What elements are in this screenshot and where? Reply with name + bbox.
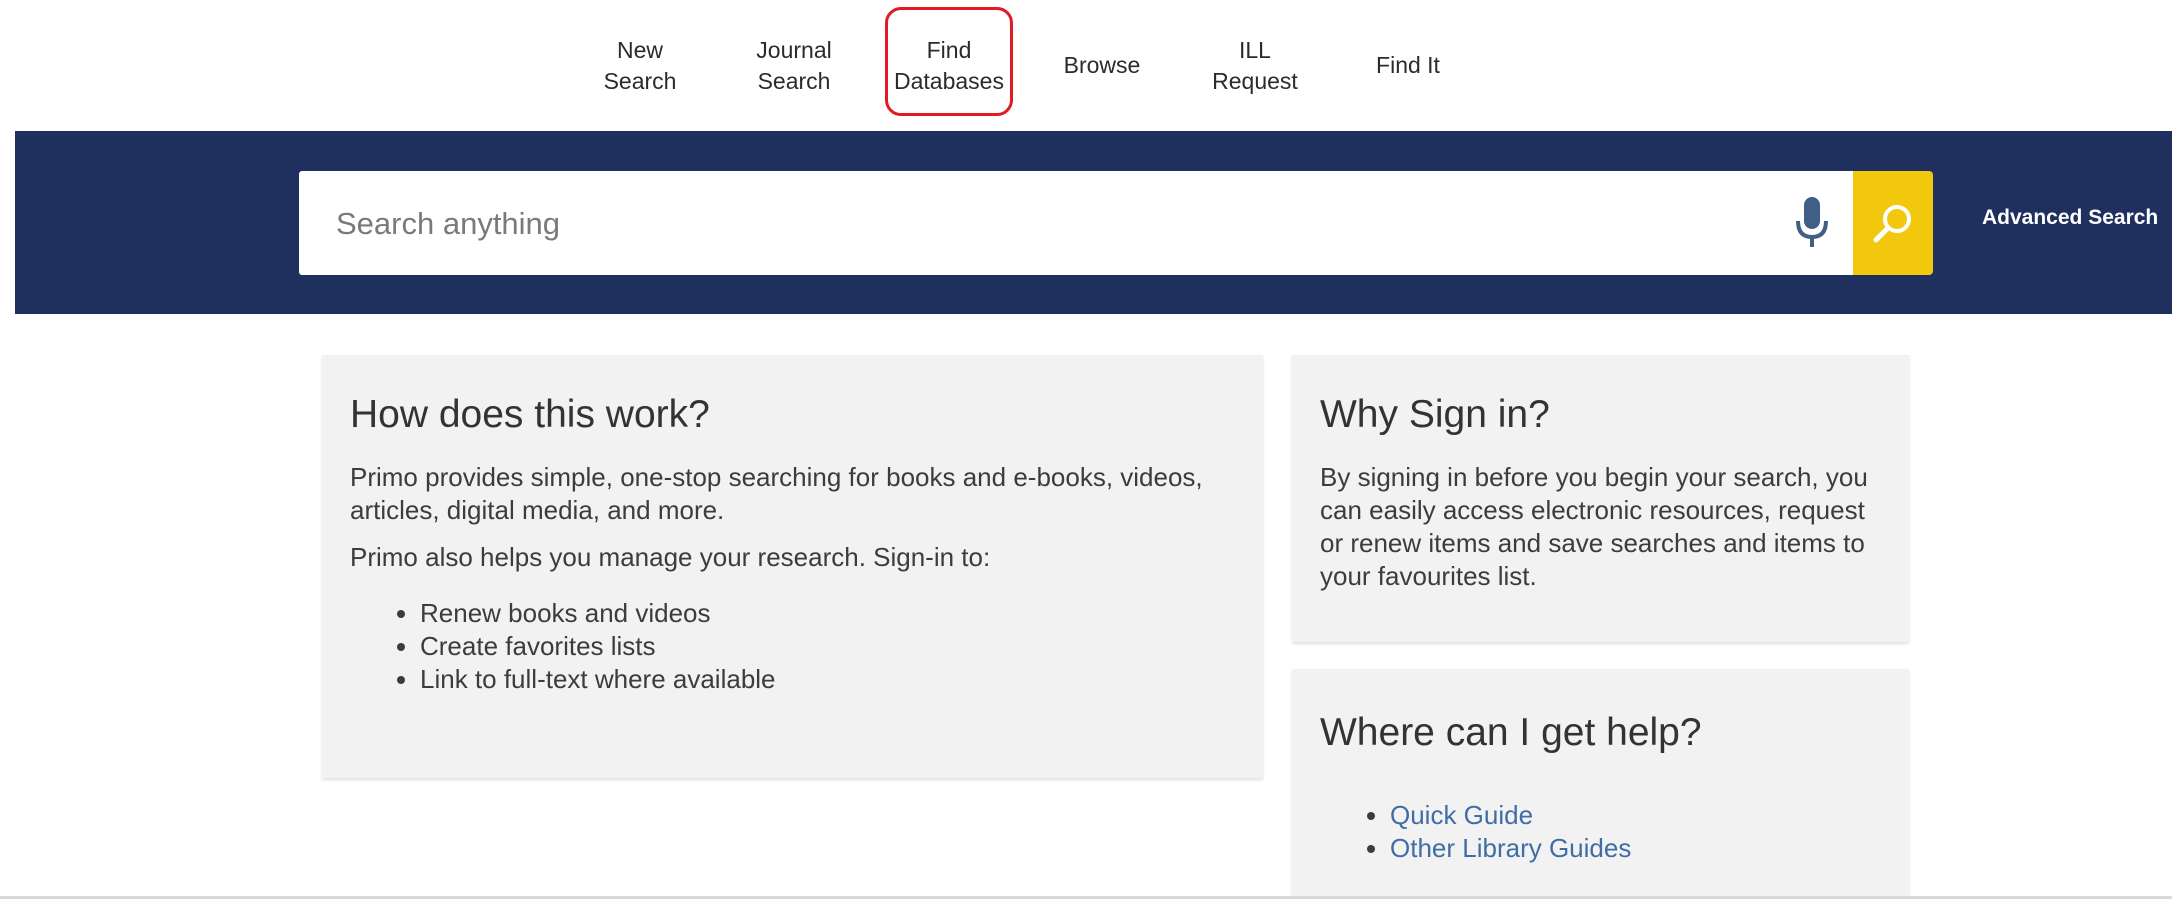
how-card-list: Renew books and videos Create favorites … [350,597,1235,696]
list-item: Link to full-text where available [420,663,1235,696]
nav-journal-search[interactable]: Journal Search [738,0,850,131]
how-card-intro: Primo provides simple, one-stop searchin… [350,462,1203,525]
why-card-title: Why Sign in? [1320,393,1550,436]
microphone-icon[interactable] [1782,186,1842,260]
nav-find-it[interactable]: Find It [1355,0,1461,131]
list-item: Renew books and videos [420,597,1235,630]
nav-new-search[interactable]: New Search [590,0,690,131]
help-card-title: Where can I get help? [1320,711,1702,754]
why-sign-in-card: Why Sign in? By signing in before you be… [1292,355,1909,642]
nav-ill-request[interactable]: ILL Request [1200,0,1310,131]
how-card-signin-text: Primo also helps you manage your researc… [350,542,991,572]
help-links-list: Quick Guide Other Library Guides [1320,799,1881,865]
search-input[interactable] [334,180,1758,268]
advanced-search-link[interactable]: Advanced Search [1982,206,2158,230]
list-item: Create favorites lists [420,630,1235,663]
top-navigation: New Search Journal Search Find Databases… [0,0,2172,131]
how-card-title: How does this work? [350,393,710,436]
search-button[interactable] [1853,171,1933,275]
other-library-guides-link[interactable]: Other Library Guides [1390,832,1881,865]
magnifier-icon [1873,205,1911,243]
nav-browse[interactable]: Browse [1050,0,1154,131]
nav-find-databases[interactable]: Find Databases [888,0,1010,131]
why-card-text: By signing in before you begin your sear… [1320,462,1868,591]
how-does-this-work-card: How does this work? Primo provides simpl… [322,355,1263,778]
get-help-card: Where can I get help? Quick Guide Other … [1292,669,1909,899]
quick-guide-link[interactable]: Quick Guide [1390,799,1881,832]
